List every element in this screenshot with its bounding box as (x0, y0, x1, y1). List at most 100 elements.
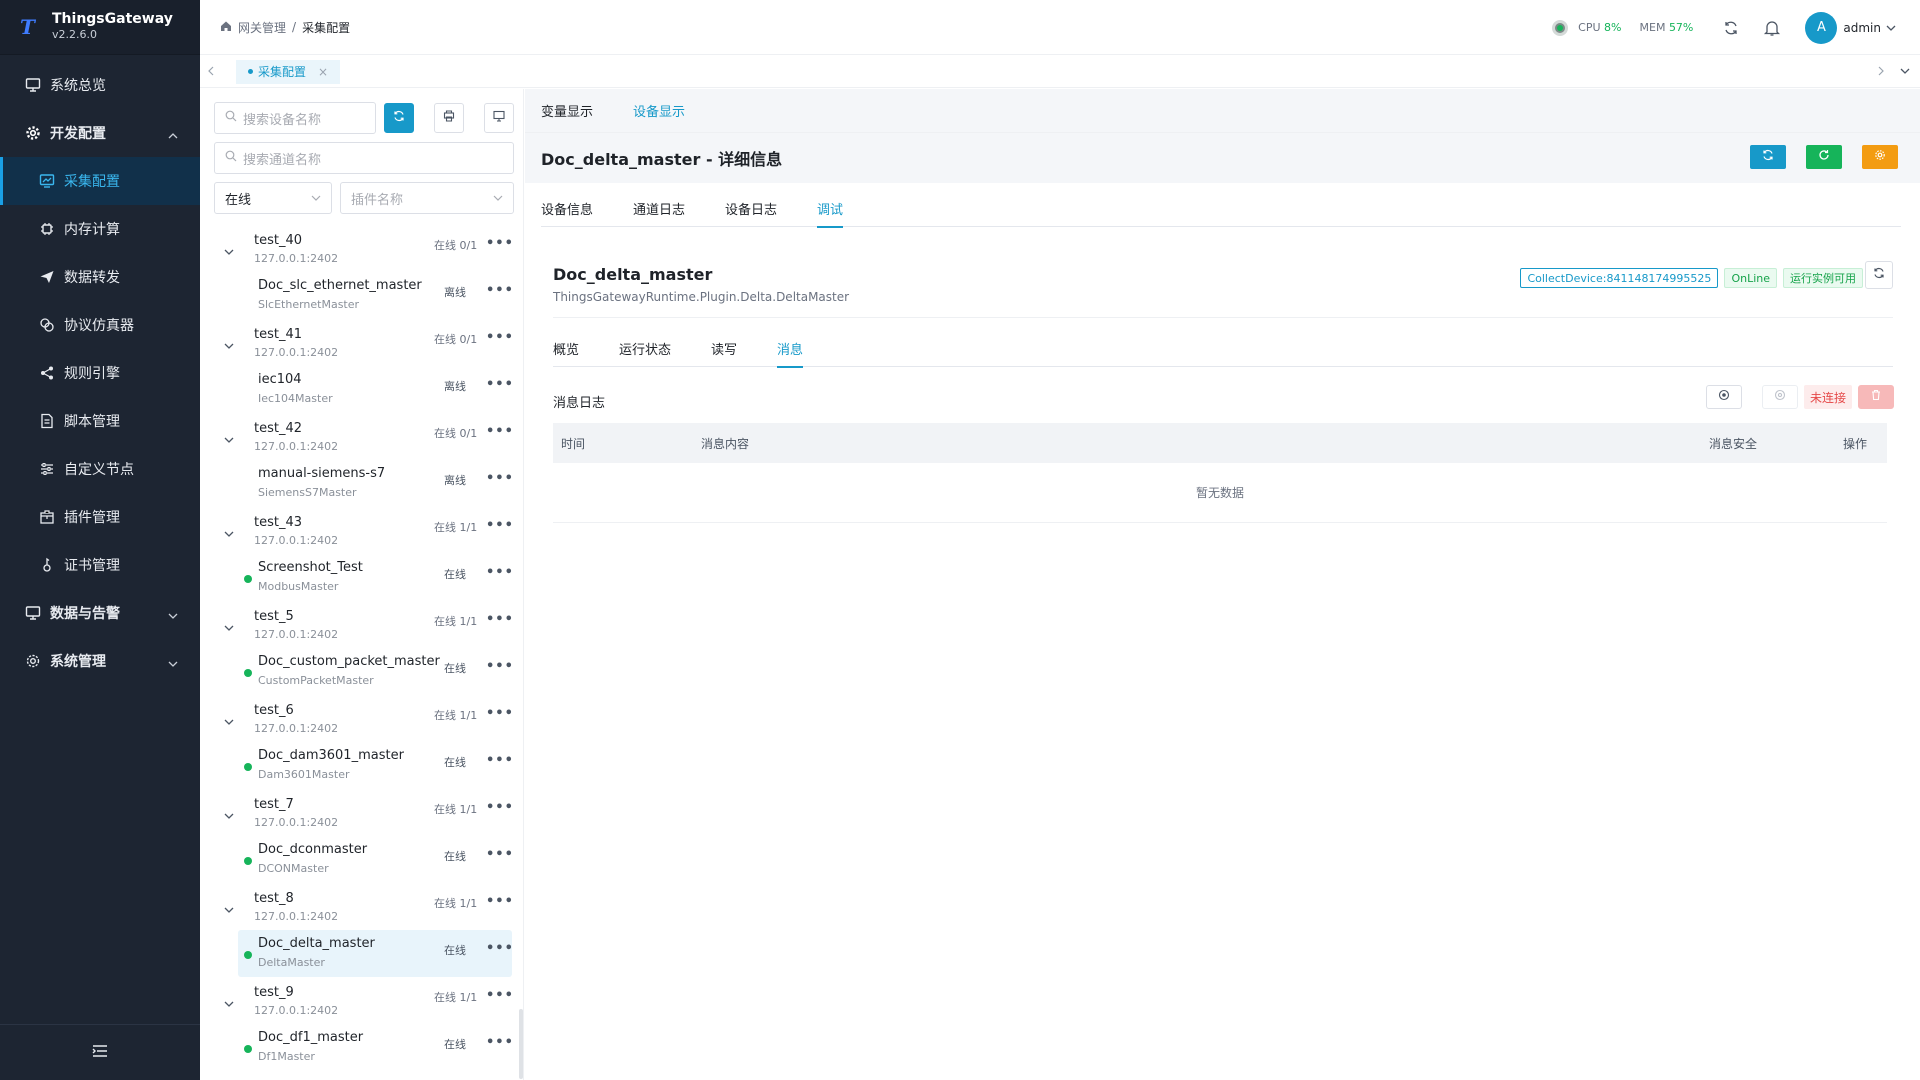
device-item[interactable]: iec104 Iec104Master 离线 ••• (238, 366, 514, 413)
search-device-input[interactable]: 搜索设备名称 (214, 102, 376, 134)
settings-button[interactable] (1862, 145, 1898, 169)
display-button[interactable] (484, 103, 514, 133)
chevron-down-icon[interactable] (1886, 25, 1896, 31)
restart-button[interactable] (1806, 145, 1842, 169)
more-icon[interactable]: ••• (486, 847, 514, 862)
channel-address: 127.0.0.1:2402 (254, 252, 339, 265)
channel-group[interactable]: test_6 127.0.0.1:2402 在线 1/1 ••• (214, 695, 514, 742)
connect-button[interactable] (1761, 385, 1798, 409)
chevron-down-icon[interactable] (224, 243, 234, 259)
tab-device-info[interactable]: 设备信息 (541, 199, 593, 227)
tab-read-write[interactable]: 读写 (711, 339, 737, 367)
chevron-down-icon[interactable] (224, 901, 234, 917)
more-icon[interactable]: ••• (486, 753, 514, 768)
chevron-down-icon[interactable] (224, 995, 234, 1011)
sidebar-item-protocol-simulator[interactable]: 协议仿真器 (0, 301, 200, 349)
avatar[interactable]: A (1805, 11, 1838, 44)
more-icon[interactable]: ••• (486, 283, 514, 298)
tab-collect-config[interactable]: 采集配置 × (236, 59, 341, 84)
sidebar-collapse-button[interactable] (0, 1024, 200, 1080)
chevron-right-icon[interactable] (1878, 66, 1884, 76)
search-channel-input[interactable]: 搜索通道名称 (214, 142, 514, 174)
eye-icon (1718, 389, 1730, 405)
sidebar-group-dev-config[interactable]: 开发配置 (0, 109, 200, 157)
chevron-down-icon[interactable] (224, 619, 234, 635)
device-item[interactable]: Doc_custom_packet_master CustomPacketMast… (238, 648, 514, 695)
package-icon (38, 508, 56, 526)
sidebar-item-memory-compute[interactable]: 内存计算 (0, 205, 200, 253)
export-button[interactable] (434, 103, 464, 133)
channel-group[interactable]: test_42 127.0.0.1:2402 在线 0/1 ••• (214, 413, 514, 460)
more-icon[interactable]: ••• (486, 894, 514, 909)
more-icon[interactable]: ••• (486, 518, 514, 533)
sidebar-item-rule-engine[interactable]: 规则引擎 (0, 349, 200, 397)
chevron-down-icon[interactable] (224, 431, 234, 447)
more-icon[interactable]: ••• (486, 612, 514, 627)
more-icon[interactable]: ••• (486, 565, 514, 580)
tab-device-display[interactable]: 设备显示 (633, 101, 685, 120)
more-icon[interactable]: ••• (486, 941, 514, 956)
device-item[interactable]: Doc_dconmaster DCONMaster 在线 ••• (238, 836, 514, 883)
more-icon[interactable]: ••• (486, 471, 514, 486)
sidebar-item-custom-node[interactable]: 自定义节点 (0, 445, 200, 493)
refresh-button[interactable] (384, 103, 414, 133)
view-button[interactable] (1705, 385, 1742, 409)
more-icon[interactable]: ••• (486, 800, 514, 815)
more-icon[interactable]: ••• (486, 424, 514, 439)
sidebar-item-overview[interactable]: 系统总览 (0, 61, 200, 109)
device-refresh-button[interactable] (1865, 261, 1893, 289)
tab-variable-display[interactable]: 变量显示 (541, 101, 593, 120)
chevron-left-icon[interactable] (208, 66, 214, 76)
close-icon[interactable]: × (318, 65, 328, 79)
channel-group[interactable]: test_8 127.0.0.1:2402 在线 1/1 ••• (214, 883, 514, 930)
device-item[interactable]: Doc_df1_master Df1Master 在线 ••• (238, 1024, 514, 1071)
tab-debug[interactable]: 调试 (817, 199, 844, 228)
sidebar-group-system[interactable]: 系统管理 (0, 637, 200, 685)
tab-device-log[interactable]: 设备日志 (725, 199, 777, 227)
sidebar-item-cert-manage[interactable]: 证书管理 (0, 541, 200, 589)
tab-overview[interactable]: 概览 (553, 339, 579, 367)
refresh-button[interactable] (1750, 145, 1786, 169)
chevron-down-icon[interactable] (224, 525, 234, 541)
sliders-icon (38, 460, 56, 478)
device-item[interactable]: Doc_slc_ethernet_master SlcEthernetMaster… (238, 272, 514, 319)
channel-group[interactable]: test_40 127.0.0.1:2402 在线 0/1 ••• (214, 225, 514, 272)
tab-channel-log[interactable]: 通道日志 (633, 199, 685, 227)
plugin-select[interactable]: 插件名称 (340, 182, 514, 214)
more-icon[interactable]: ••• (486, 706, 514, 721)
sidebar-item-script-manage[interactable]: 脚本管理 (0, 397, 200, 445)
sidebar-item-data-forward[interactable]: 数据转发 (0, 253, 200, 301)
chevron-down-icon[interactable] (1900, 68, 1910, 74)
more-icon[interactable]: ••• (486, 330, 514, 345)
device-item[interactable]: Doc_dam3601_master Dam3601Master 在线 ••• (238, 742, 514, 789)
chevron-down-icon[interactable] (224, 807, 234, 823)
channel-group[interactable]: test_41 127.0.0.1:2402 在线 0/1 ••• (214, 319, 514, 366)
device-item[interactable]: manual-siemens-s7 SiemensS7Master 离线 ••• (238, 460, 514, 507)
more-icon[interactable]: ••• (486, 988, 514, 1003)
channel-group[interactable]: test_43 127.0.0.1:2402 在线 1/1 ••• (214, 507, 514, 554)
more-icon[interactable]: ••• (486, 377, 514, 392)
status-select[interactable]: 在线 (214, 182, 332, 214)
channel-status: 在线 0/1 (434, 427, 478, 440)
tree-scrollbar[interactable] (519, 1009, 523, 1079)
tab-run-status[interactable]: 运行状态 (619, 339, 671, 367)
more-icon[interactable]: ••• (486, 659, 514, 674)
delete-button[interactable] (1858, 385, 1894, 409)
channel-group[interactable]: test_5 127.0.0.1:2402 在线 1/1 ••• (214, 601, 514, 648)
sidebar-item-plugin-manage[interactable]: 插件管理 (0, 493, 200, 541)
refresh-icon[interactable] (1723, 20, 1739, 36)
user-name[interactable]: admin (1843, 21, 1881, 35)
more-icon[interactable]: ••• (486, 1035, 514, 1050)
tab-messages[interactable]: 消息 (777, 339, 804, 368)
breadcrumb-item[interactable]: 网关管理 (238, 19, 286, 36)
channel-group[interactable]: test_9 127.0.0.1:2402 在线 1/1 ••• (214, 977, 514, 1024)
sidebar-group-data-alarm[interactable]: 数据与告警 (0, 589, 200, 637)
chevron-down-icon[interactable] (224, 713, 234, 729)
sidebar-item-collect-config[interactable]: 采集配置 (0, 157, 200, 205)
channel-group[interactable]: test_7 127.0.0.1:2402 在线 1/1 ••• (214, 789, 514, 836)
device-item[interactable]: Screenshot_Test ModbusMaster 在线 ••• (238, 554, 514, 601)
chevron-down-icon[interactable] (224, 337, 234, 353)
bell-icon[interactable] (1763, 19, 1781, 37)
device-item[interactable]: Doc_delta_master DeltaMaster 在线 ••• (238, 930, 514, 977)
more-icon[interactable]: ••• (486, 236, 514, 251)
